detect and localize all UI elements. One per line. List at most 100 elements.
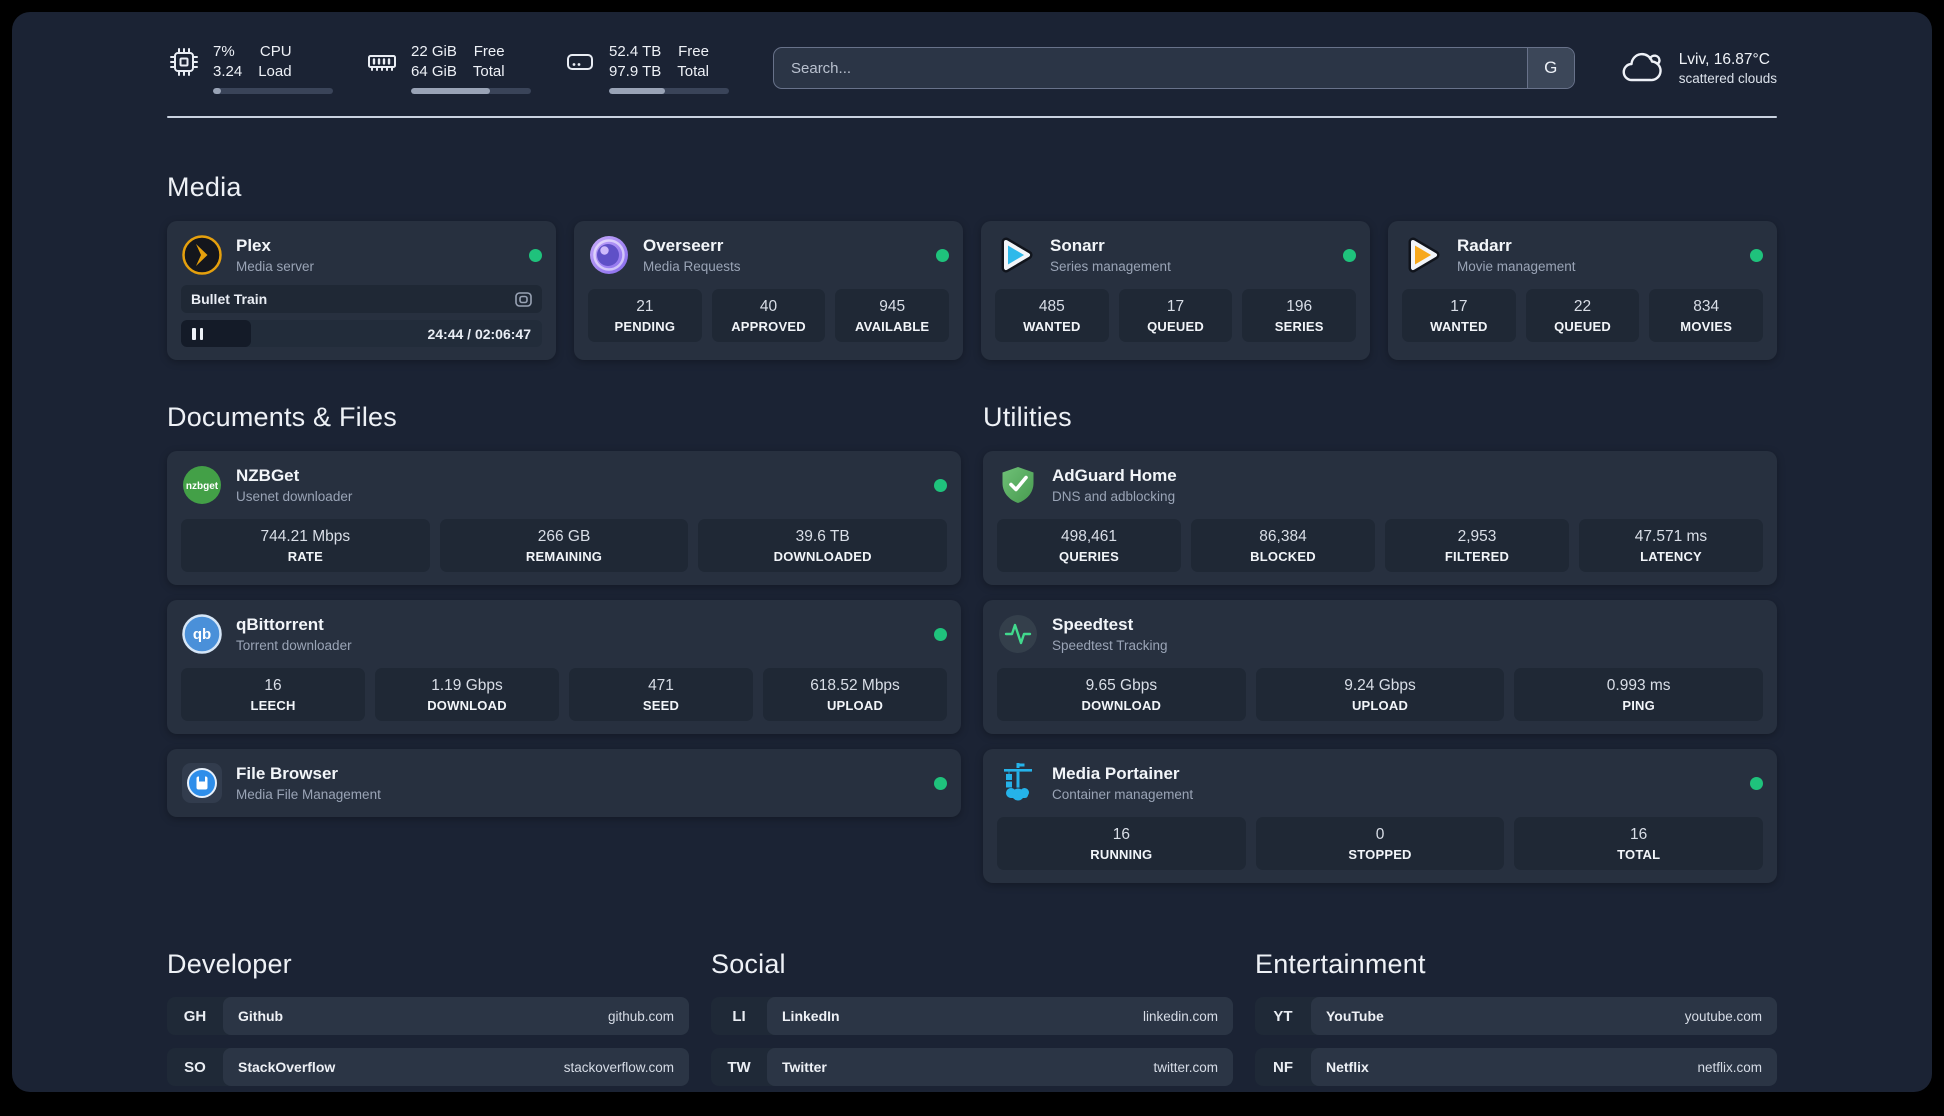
app-title: Speedtest [1052,614,1134,634]
stat-queries: 498,461 QUERIES [997,519,1181,572]
bookmark-abbr: LI [732,1007,746,1025]
app-title: Sonarr [1050,235,1105,255]
bookmark-abbr: YT [1273,1007,1293,1025]
app-title: Media Portainer [1052,763,1180,783]
bookmark-name: StackOverflow [238,1059,336,1075]
status-online-dot [1343,248,1356,262]
stat-blocked: 86,384 BLOCKED [1191,519,1375,572]
stat-seed: 471 SEED [569,668,753,721]
app-card-filebrowser[interactable]: File Browser Media File Management [167,749,961,817]
radarr-icon [1408,237,1440,273]
app-title: File Browser [236,763,339,783]
search-bar: G [773,47,1575,89]
bookmark-url: linkedin.com [1142,1008,1218,1024]
storage-progress-bar [609,88,729,94]
bookmark-url: netflix.com [1697,1059,1762,1075]
playback-progress-bar[interactable]: 24:44 / 02:06:47 [181,320,542,347]
cpu-icon [170,47,198,76]
now-playing-row: Bullet Train [181,285,542,313]
app-card-sonarr[interactable]: Sonarr Series management 485 WANTED 17 Q… [981,221,1370,360]
storage-labels: Free Total [677,43,709,80]
stat-stopped: 0 STOPPED [1255,817,1505,870]
google-search-button[interactable]: G [1526,48,1574,88]
stat-upload: 9.24 Gbps UPLOAD [1255,668,1505,721]
bookmark-name: Github [238,1008,284,1024]
section-title-developer: Developer [167,949,292,979]
app-subtitle: Media server [236,259,315,275]
bookmark-name: Netflix [1326,1059,1369,1075]
stat-leech: 16 LEECH [181,668,365,721]
section-title-utilities: Utilities [983,402,1072,432]
status-online-dot [1750,776,1763,790]
overseerr-icon [590,236,628,274]
app-subtitle: Movie management [1457,259,1576,275]
search-input[interactable] [774,48,1527,88]
section-title-documents: Documents & Files [167,402,397,432]
bookmark-github[interactable]: GH Github github.com [167,997,689,1035]
app-title: qBittorrent [236,614,324,634]
app-subtitle: Torrent downloader [236,638,352,654]
portainer-icon [1004,763,1032,801]
system-stats: 7% 3.24 CPU Load 22 GiB 64 GiB Free Tota… [167,42,729,94]
cpu-progress-bar [213,88,333,94]
stat-filtered: 2,953 FILTERED [1385,519,1569,572]
adguard-icon [1002,467,1034,503]
cast-icon[interactable] [515,291,532,307]
app-subtitle: Media Requests [643,259,741,275]
pause-icon[interactable] [192,327,203,340]
stat-queued: 22 QUEUED [1525,289,1640,342]
app-card-nzbget[interactable]: nzbget NZBGet Usenet downloader 744.21 M… [167,451,961,585]
memory-labels: Free Total [472,43,505,80]
storage-stat: 52.4 TB 97.9 TB Free Total [563,42,729,94]
header-divider [167,116,1777,118]
bookmark-youtube[interactable]: YT YouTube youtube.com [1255,997,1777,1035]
stat-wanted: 485 WANTED [995,289,1109,342]
bookmark-abbr: NF [1273,1058,1293,1076]
status-online-dot [936,248,949,262]
stat-downloaded: 39.6 TB DOWNLOADED [698,519,948,572]
stat-wanted: 17 WANTED [1402,289,1516,342]
social-section: Social LI LinkedIn linkedin.com TW Twitt… [711,949,1233,1092]
cpu-labels: CPU Load [258,43,292,80]
app-card-overseerr[interactable]: Overseerr Media Requests 21 PENDING 40 A… [574,221,963,360]
bookmark-stackoverflow[interactable]: SO StackOverflow stackoverflow.com [167,1048,689,1086]
stat-pending: 21 PENDING [588,289,702,342]
app-title: Radarr [1457,235,1512,255]
stat-upload: 618.52 Mbps UPLOAD [763,668,947,721]
stat-series: 196 SERIES [1242,289,1357,342]
storage-values: 52.4 TB 97.9 TB [609,43,662,80]
bookmark-twitter[interactable]: TW Twitter twitter.com [711,1048,1233,1086]
app-subtitle: Speedtest Tracking [1052,638,1168,654]
app-card-speedtest[interactable]: Speedtest Speedtest Tracking 9.65 Gbps D… [983,600,1777,734]
app-card-radarr[interactable]: Radarr Movie management 17 WANTED 22 QUE… [1388,221,1777,360]
app-subtitle: Container management [1052,787,1194,803]
app-card-plex[interactable]: Plex Media server Bullet Train 24:44 / 0 [167,221,556,360]
now-playing-title: Bullet Train [191,291,268,307]
memory-progress-bar [411,88,531,94]
app-card-adguard[interactable]: AdGuard Home DNS and adblocking 498,461 … [983,451,1777,585]
app-subtitle: Series management [1050,259,1171,275]
sonarr-icon [1001,237,1033,273]
bookmark-abbr: GH [183,1007,207,1025]
filebrowser-icon [182,763,222,803]
playback-time: 24:44 / 02:06:47 [427,325,531,342]
status-online-dot [934,627,947,641]
speedtest-icon [999,615,1037,653]
weather-widget: Lviv, 16.87°C scattered clouds [1619,49,1777,87]
bookmark-abbr: SO [184,1058,206,1076]
stat-ping: 0.993 ms PING [1514,668,1764,721]
bookmark-linkedin[interactable]: LI LinkedIn linkedin.com [711,997,1233,1035]
svg-text:qb: qb [193,626,211,643]
bookmark-url: twitter.com [1153,1059,1218,1075]
app-title: AdGuard Home [1052,465,1177,485]
stat-total: 16 TOTAL [1514,817,1764,870]
app-card-portainer[interactable]: Media Portainer Container management 16 … [983,749,1777,883]
storage-icon [567,53,593,70]
app-card-qbittorrent[interactable]: qb qBittorrent Torrent downloader 16 LEE… [167,600,961,734]
stat-download: 1.19 Gbps DOWNLOAD [375,668,559,721]
app-subtitle: Usenet downloader [236,489,353,505]
stat-download: 9.65 Gbps DOWNLOAD [997,668,1246,721]
status-online-dot [934,776,947,790]
bookmark-netflix[interactable]: NF Netflix netflix.com [1255,1048,1777,1086]
app-title: Plex [236,235,271,255]
